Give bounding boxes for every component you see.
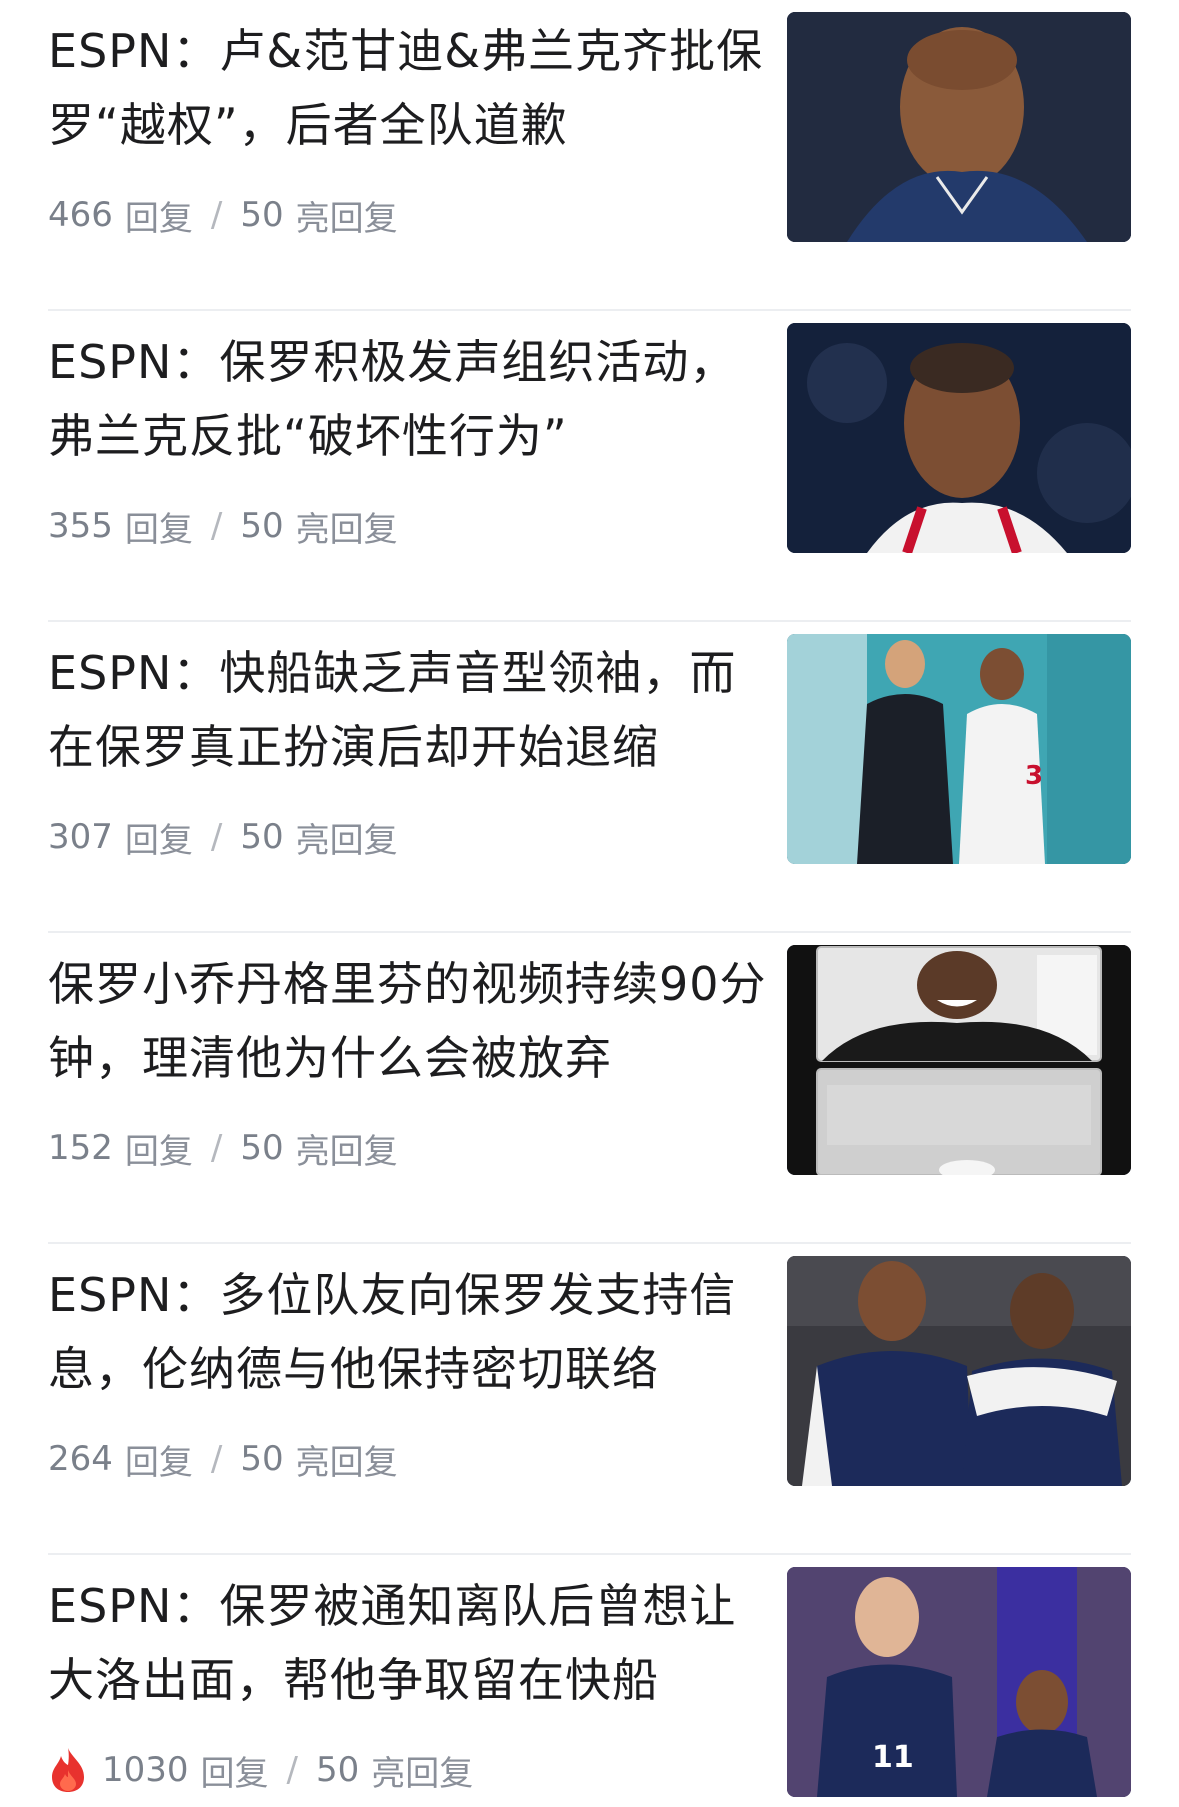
news-thumbnail[interactable] (787, 12, 1131, 242)
light-reply-count: 50 (240, 195, 284, 235)
reply-label: 回复 (124, 1131, 193, 1172)
light-reply-label: 亮回复 (295, 198, 398, 239)
reply-label: 回复 (124, 509, 193, 550)
reply-label: 回复 (124, 820, 193, 861)
news-item[interactable]: ESPN：卢&范甘迪&弗兰克齐批保罗“越权”，后者全队道歉 466 回复 / 5… (0, 0, 1179, 311)
meta-separator: / (210, 1128, 223, 1168)
reply-count: 152 (48, 1128, 113, 1168)
light-reply-label: 亮回复 (371, 1753, 474, 1794)
news-thumbnail[interactable] (787, 1256, 1131, 1486)
reply-count: 355 (48, 506, 113, 546)
news-title[interactable]: ESPN：快船缺乏声音型领袖，而在保罗真正扮演后却开始退缩 (48, 636, 768, 784)
meta-separator: / (210, 817, 223, 857)
light-reply-count: 50 (240, 1128, 284, 1168)
reply-count: 307 (48, 817, 113, 857)
news-meta: 355 回复 / 50 亮回复 (48, 501, 398, 551)
news-thumbnail[interactable]: 3 (787, 634, 1131, 864)
news-meta: 152 回复 / 50 亮回复 (48, 1123, 398, 1173)
news-meta: 1030 回复 / 50 亮回复 (48, 1745, 473, 1795)
svg-text:11: 11 (872, 1740, 914, 1775)
light-reply-label: 亮回复 (295, 820, 398, 861)
light-reply-count: 50 (240, 817, 284, 857)
meta-separator: / (210, 195, 223, 235)
news-title[interactable]: 保罗小乔丹格里芬的视频持续90分钟，理清他为什么会被放弃 (48, 947, 768, 1095)
fire-icon (52, 1748, 84, 1792)
news-meta: 264 回复 / 50 亮回复 (48, 1434, 398, 1484)
news-feed: ESPN：卢&范甘迪&弗兰克齐批保罗“越权”，后者全队道歉 466 回复 / 5… (0, 0, 1179, 1807)
news-thumbnail[interactable] (787, 945, 1131, 1175)
news-item[interactable]: ESPN：多位队友向保罗发支持信息，伦纳德与他保持密切联络 264 回复 / 5… (0, 1244, 1179, 1555)
reply-label: 回复 (124, 1442, 193, 1483)
news-item[interactable]: 保罗小乔丹格里芬的视频持续90分钟，理清他为什么会被放弃 152 回复 / 50… (0, 933, 1179, 1244)
news-thumbnail[interactable]: 11 (787, 1567, 1131, 1797)
light-reply-label: 亮回复 (295, 1442, 398, 1483)
light-reply-count: 50 (240, 506, 284, 546)
meta-separator: / (210, 1439, 223, 1479)
meta-separator: / (210, 506, 223, 546)
video-call-image (787, 945, 1131, 1175)
light-reply-count: 50 (316, 1750, 360, 1790)
meta-separator: / (286, 1750, 298, 1790)
news-meta: 466 回复 / 50 亮回复 (48, 190, 398, 240)
light-reply-count: 50 (240, 1439, 284, 1479)
news-item[interactable]: ESPN：保罗被通知离队后曾想让大洛出面，帮他争取留在快船 1030 回复 / … (0, 1555, 1179, 1807)
reply-count: 264 (48, 1439, 113, 1479)
player-portrait-image (787, 323, 1131, 553)
players-on-court-image: 11 (787, 1567, 1131, 1797)
news-title[interactable]: ESPN：保罗被通知离队后曾想让大洛出面，帮他争取留在快船 (48, 1569, 768, 1717)
reply-count: 1030 (102, 1750, 189, 1790)
news-thumbnail[interactable] (787, 323, 1131, 553)
light-reply-label: 亮回复 (295, 509, 398, 550)
reply-label: 回复 (124, 198, 193, 239)
player-portrait-image (787, 12, 1131, 242)
news-title[interactable]: ESPN：卢&范甘迪&弗兰克齐批保罗“越权”，后者全队道歉 (48, 14, 768, 162)
bench-players-image (787, 1256, 1131, 1486)
reply-label: 回复 (200, 1753, 269, 1794)
news-title[interactable]: ESPN：保罗积极发声组织活动，弗兰克反批“破坏性行为” (48, 325, 768, 473)
news-item[interactable]: ESPN：快船缺乏声音型领袖，而在保罗真正扮演后却开始退缩 307 回复 / 5… (0, 622, 1179, 933)
reply-count: 466 (48, 195, 113, 235)
news-item[interactable]: ESPN：保罗积极发声组织活动，弗兰克反批“破坏性行为” 355 回复 / 50… (0, 311, 1179, 622)
news-title[interactable]: ESPN：多位队友向保罗发支持信息，伦纳德与他保持密切联络 (48, 1258, 768, 1406)
light-reply-label: 亮回复 (295, 1131, 398, 1172)
news-meta: 307 回复 / 50 亮回复 (48, 812, 398, 862)
coach-and-player-image: 3 (787, 634, 1131, 864)
svg-text:3: 3 (1025, 761, 1043, 791)
